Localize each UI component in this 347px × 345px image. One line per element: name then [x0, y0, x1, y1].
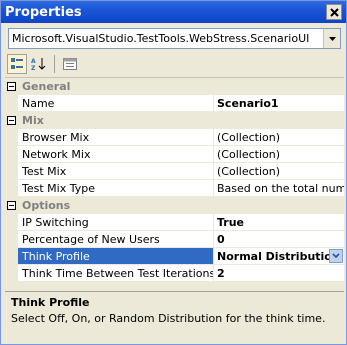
- svg-text:Z: Z: [31, 65, 36, 71]
- row-gutter: [5, 180, 18, 196]
- property-value-text: Normal Distribution: [217, 249, 340, 263]
- value-dropdown-button[interactable]: [329, 249, 343, 263]
- close-icon: [329, 7, 339, 17]
- property-name: Name: [18, 95, 214, 111]
- property-value-select[interactable]: Normal Distribution: [214, 248, 344, 264]
- property-name: Think Time Between Test Iterations: [18, 265, 214, 281]
- chevron-down-icon: [328, 36, 336, 41]
- property-value[interactable]: Scenario1: [214, 95, 344, 111]
- row-gutter: [5, 248, 18, 264]
- property-row[interactable]: IP Switching True: [5, 214, 344, 231]
- property-name: Network Mix: [18, 146, 214, 162]
- categorized-view-button[interactable]: [7, 54, 27, 74]
- category-row-mix[interactable]: Mix: [5, 112, 344, 129]
- chevron-down-icon: [332, 253, 340, 259]
- sort-az-icon: A Z: [31, 58, 46, 71]
- property-value[interactable]: (Collection): [214, 129, 344, 145]
- category-row-general[interactable]: General: [5, 78, 344, 95]
- property-name: Percentage of New Users: [18, 231, 214, 247]
- property-name: Test Mix: [18, 163, 214, 179]
- category-label: General: [18, 78, 344, 94]
- window-title: Properties: [5, 4, 82, 20]
- alphabetical-sort-button[interactable]: A Z: [29, 54, 49, 74]
- properties-window: Properties Microsoft.VisualStudio.TestTo…: [0, 0, 347, 345]
- title-bar[interactable]: Properties: [1, 1, 346, 23]
- help-pane: Think Profile Select Off, On, or Random …: [5, 291, 344, 341]
- toolbar: A Z: [5, 53, 344, 75]
- row-gutter: [5, 146, 18, 162]
- property-value[interactable]: (Collection): [214, 146, 344, 162]
- help-description: Select Off, On, or Random Distribution f…: [11, 312, 326, 325]
- object-selector-value: Microsoft.VisualStudio.TestTools.WebStre…: [12, 32, 310, 45]
- collapse-toggle[interactable]: [5, 78, 18, 94]
- property-value[interactable]: 2: [214, 265, 344, 281]
- row-gutter: [5, 95, 18, 111]
- row-gutter: [5, 129, 18, 145]
- minus-box-icon: [7, 81, 16, 91]
- help-title: Think Profile: [11, 296, 90, 309]
- property-name: Test Mix Type: [18, 180, 214, 196]
- property-pages-button[interactable]: [60, 54, 80, 74]
- property-row[interactable]: Percentage of New Users 0: [5, 231, 344, 248]
- property-grid: General Name Scenario1 Mix Browser Mix (…: [5, 77, 344, 282]
- property-row[interactable]: Name Scenario1: [5, 95, 344, 112]
- property-value[interactable]: 0: [214, 231, 344, 247]
- property-name: Think Profile: [18, 248, 214, 264]
- minus-box-icon: [7, 200, 16, 210]
- categorized-icon: [11, 58, 23, 69]
- property-value[interactable]: (Collection): [214, 163, 344, 179]
- property-row[interactable]: Network Mix (Collection): [5, 146, 344, 163]
- property-name: Browser Mix: [18, 129, 214, 145]
- property-row-selected[interactable]: Think Profile Normal Distribution: [5, 248, 344, 265]
- row-gutter: [5, 265, 18, 281]
- svg-text:A: A: [31, 58, 36, 65]
- row-gutter: [5, 163, 18, 179]
- object-selector-dropdown-button[interactable]: [323, 29, 340, 48]
- property-value[interactable]: Based on the total number: [214, 180, 344, 196]
- property-name: IP Switching: [18, 214, 214, 230]
- property-row[interactable]: Test Mix Type Based on the total number: [5, 180, 344, 197]
- row-gutter: [5, 231, 18, 247]
- property-row[interactable]: Think Time Between Test Iterations 2: [5, 265, 344, 282]
- minus-box-icon: [7, 115, 16, 125]
- category-label: Mix: [18, 112, 344, 128]
- property-pages-icon: [63, 58, 77, 70]
- category-row-options[interactable]: Options: [5, 197, 344, 214]
- close-button[interactable]: [326, 4, 342, 20]
- collapse-toggle[interactable]: [5, 197, 18, 213]
- row-gutter: [5, 214, 18, 230]
- object-selector[interactable]: Microsoft.VisualStudio.TestTools.WebStre…: [8, 28, 341, 49]
- property-row[interactable]: Browser Mix (Collection): [5, 129, 344, 146]
- property-row[interactable]: Test Mix (Collection): [5, 163, 344, 180]
- collapse-toggle[interactable]: [5, 112, 18, 128]
- category-label: Options: [18, 197, 344, 213]
- toolbar-separator: [54, 55, 55, 73]
- property-value[interactable]: True: [214, 214, 344, 230]
